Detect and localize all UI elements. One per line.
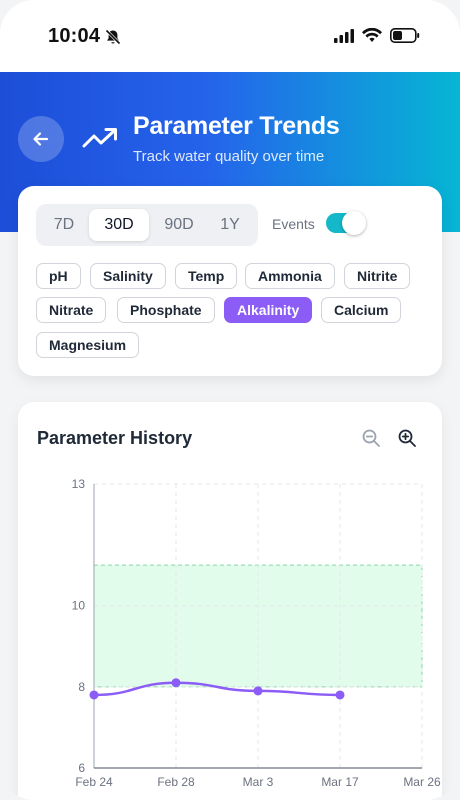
bell-off-icon [105, 29, 121, 45]
chip-alkalinity[interactable]: Alkalinity [224, 297, 313, 323]
filter-card: 7D 30D 90D 1Y Events pH Salinity Temp Am… [18, 186, 442, 376]
y-tick-label: 13 [72, 477, 86, 491]
chip-temp[interactable]: Temp [175, 263, 238, 289]
events-label: Events [272, 216, 315, 232]
range-90d-button[interactable]: 90D [156, 209, 202, 241]
y-tick-label: 10 [72, 599, 86, 613]
status-bar: 10:04 [0, 0, 460, 72]
x-tick-label: Feb 24 [75, 775, 113, 789]
status-time: 10:04 [48, 25, 101, 47]
page-subtitle: Track water quality over time [133, 148, 325, 165]
trending-up-icon [82, 128, 117, 148]
y-tick-label: 8 [78, 680, 85, 694]
data-point [89, 690, 99, 700]
time-range-selector: 7D 30D 90D 1Y [36, 204, 258, 246]
toggle-knob [342, 211, 366, 235]
events-toggle[interactable] [326, 211, 366, 235]
x-tick-label: Mar 3 [243, 775, 274, 789]
x-tick-label: Mar 17 [321, 775, 359, 789]
range-7d-button[interactable]: 7D [44, 209, 84, 241]
chip-ammonia[interactable]: Ammonia [245, 263, 335, 289]
chip-nitrate[interactable]: Nitrate [36, 297, 107, 323]
range-30d-button[interactable]: 30D [89, 209, 149, 241]
back-button[interactable] [18, 116, 64, 162]
chip-calcium[interactable]: Calcium [321, 297, 402, 323]
y-tick-label: 6 [78, 761, 85, 775]
chip-salinity[interactable]: Salinity [90, 263, 166, 289]
page-title: Parameter Trends [133, 112, 340, 140]
data-point [253, 686, 263, 696]
chip-ph[interactable]: pH [36, 263, 81, 289]
status-indicators [334, 28, 420, 43]
wifi-icon [362, 28, 382, 42]
data-point [335, 690, 345, 700]
chip-magnesium[interactable]: Magnesium [36, 332, 140, 358]
x-tick-label: Mar 26 [403, 775, 441, 789]
chip-phosphate[interactable]: Phosphate [117, 297, 215, 323]
battery-icon [390, 28, 420, 43]
phone-screen: 10:04 Parameter Trends Track water quali… [0, 0, 460, 800]
parameter-history-chart: 6 8 10 13 Feb 24 Feb 28 Mar 3 Mar 17 Mar 26 [72, 477, 441, 789]
x-tick-label: Feb 28 [157, 775, 195, 789]
arrow-left-icon [33, 132, 49, 146]
cellular-signal-icon [334, 28, 354, 43]
data-point [171, 678, 181, 688]
range-1y-button[interactable]: 1Y [210, 209, 250, 241]
chip-nitrite[interactable]: Nitrite [344, 263, 411, 289]
chart-card: Parameter History 6 8 10 13 Feb 24 Feb 28 Mar … [18, 402, 442, 800]
